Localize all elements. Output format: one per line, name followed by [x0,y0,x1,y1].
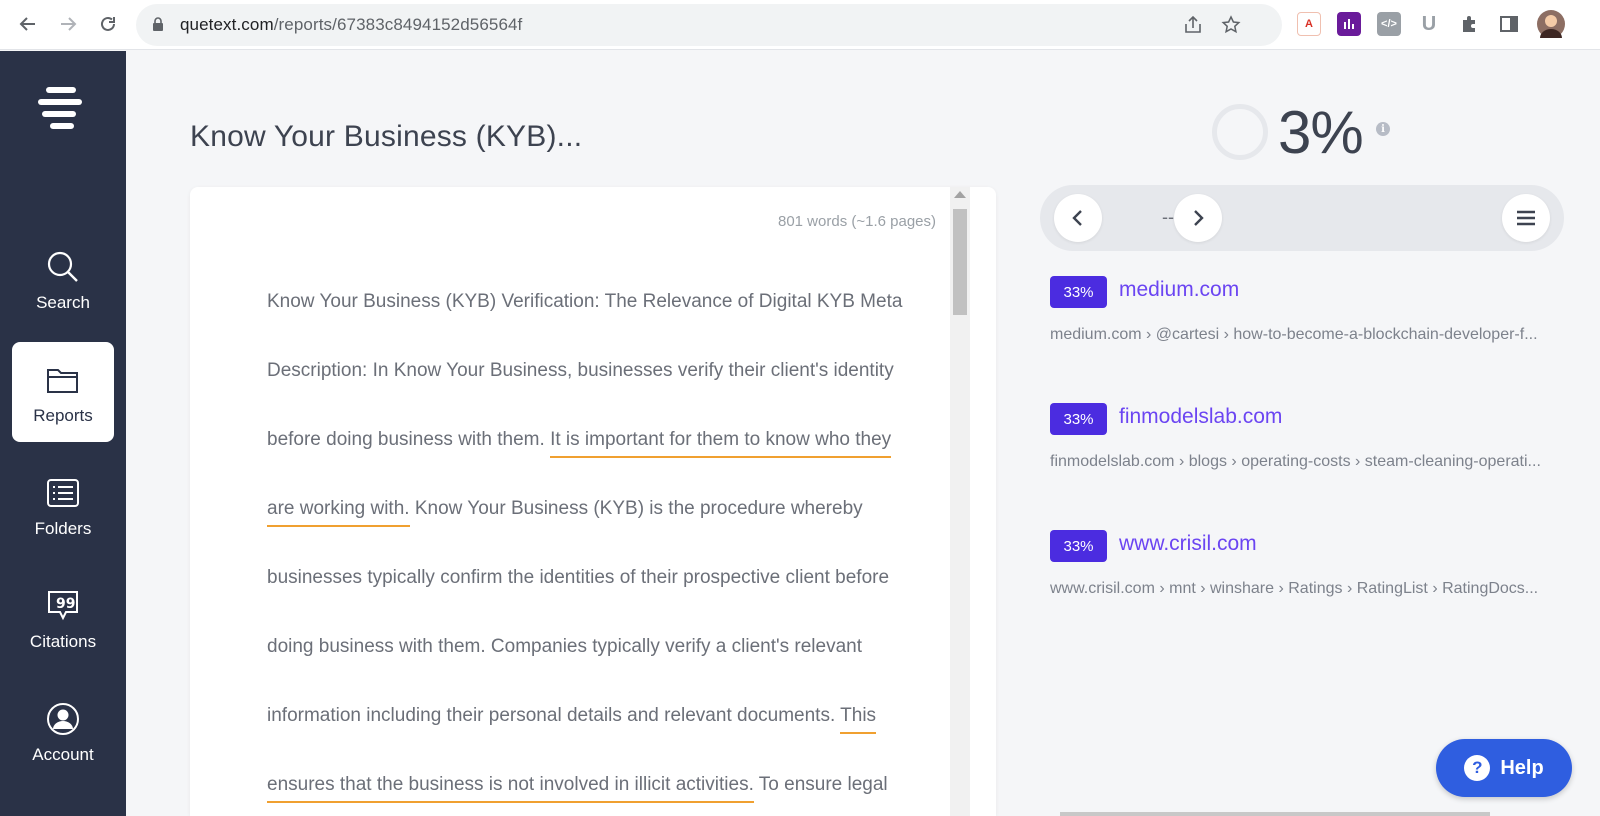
side-panel-icon[interactable] [1497,12,1521,36]
chevron-right-icon [1194,210,1204,226]
source-link[interactable]: finmodelslab.com [1119,405,1282,429]
bookmark-star-icon[interactable] [1220,14,1242,36]
info-icon[interactable]: i [1376,122,1390,136]
previous-match-button[interactable] [1054,194,1102,242]
quote-bubble-icon: 99 [43,586,83,626]
match-navigation: -- [1040,185,1564,251]
sidebar-item-label: Reports [33,406,93,425]
scroll-up-arrow-icon[interactable] [954,191,966,198]
document-title: Know Your Business (KYB)... [190,120,583,153]
plagiarism-score: 3% [1278,99,1364,166]
puzzle-icon[interactable] [1457,12,1481,36]
source-path: www.crisil.com › mnt › winshare › Rating… [1050,580,1539,597]
chevron-left-icon [1072,210,1082,226]
browser-toolbar: quetext.com/reports/67383c8494152d56564f… [0,0,1600,50]
sidebar-item-citations[interactable]: 99 Citations [12,568,114,668]
source-link[interactable]: medium.com [1119,278,1239,302]
match-percent-badge: 33% [1050,276,1107,308]
source-path: finmodelslab.com › blogs › operating-cos… [1050,453,1541,470]
profile-avatar[interactable] [1537,10,1565,38]
document-text: Know Your Business (KYB) Verification: T… [267,267,907,816]
forward-icon[interactable] [54,10,82,38]
extension-u-icon[interactable]: U [1417,12,1441,36]
back-icon[interactable] [14,10,42,38]
url-text: quetext.com/reports/67383c8494152d56564f [180,15,523,34]
quetext-logo-icon[interactable] [38,87,88,131]
extension-code-icon[interactable]: </> [1377,12,1401,36]
sidebar-item-search[interactable]: Search [12,229,114,329]
sidebar-item-label: Account [32,745,94,764]
app-sidebar: Search Reports Folders 99 Citations Acco… [0,51,126,816]
text-segment: To ensure legal [753,774,888,795]
question-icon: ? [1464,755,1491,781]
lock-icon [152,17,164,37]
horizontal-scrollbar[interactable] [1060,812,1490,816]
sidebar-item-label: Folders [34,519,92,538]
menu-button[interactable] [1502,194,1550,242]
sidebar-item-folders[interactable]: Folders [12,455,114,555]
match-percent-badge: 33% [1050,403,1107,435]
extension-ae-pro-icon[interactable]: A [1297,12,1321,36]
help-label: Help [1500,756,1544,779]
address-bar[interactable]: quetext.com/reports/67383c8494152d56564f [136,4,1282,46]
next-match-button[interactable] [1174,194,1222,242]
text-segment: Know Your Business (KYB) is the procedur… [267,498,890,726]
document-panel: 801 words (~1.6 pages) Know Your Busines… [190,187,996,816]
user-circle-icon [43,699,83,739]
text-segment: Know Your Business (KYB) Verification: T… [267,291,903,450]
sidebar-item-reports[interactable]: Reports [12,342,114,442]
folder-icon [43,360,83,400]
help-button[interactable]: ? Help [1436,739,1572,797]
sidebar-item-label: Search [36,293,90,312]
match-percent-badge: 33% [1050,530,1107,562]
share-icon[interactable] [1182,14,1204,36]
search-icon [43,247,83,287]
source-path: medium.com › @cartesi › how-to-become-a-… [1050,326,1538,343]
hamburger-icon [1517,210,1535,226]
sidebar-item-label: Citations [29,632,97,651]
scrollbar-thumb[interactable] [953,209,967,315]
reload-icon[interactable] [94,10,122,38]
extension-analytics-icon[interactable] [1337,12,1361,36]
list-icon [43,473,83,513]
source-link[interactable]: www.crisil.com [1119,532,1257,556]
sidebar-item-account[interactable]: Account [12,681,114,781]
score-ring [1212,104,1268,160]
word-count: 801 words (~1.6 pages) [777,213,936,230]
svg-text:99: 99 [56,596,75,612]
